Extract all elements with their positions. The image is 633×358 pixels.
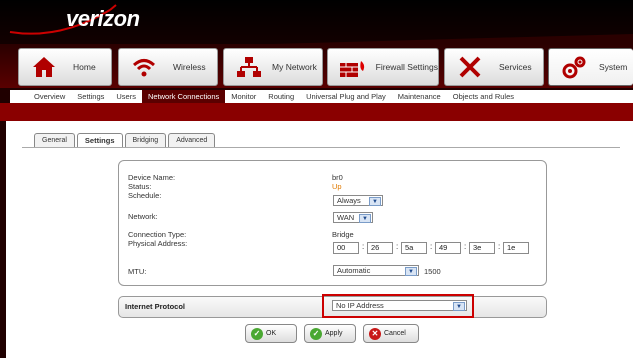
mac-separator: : bbox=[430, 242, 433, 251]
subnav-routing[interactable]: Routing bbox=[262, 90, 300, 103]
brand-logo: verizon bbox=[66, 6, 140, 31]
content-tabs: General Settings Bridging Advanced bbox=[34, 133, 217, 147]
tab-home[interactable]: Home bbox=[18, 48, 112, 86]
tab-wireless[interactable]: Wireless bbox=[118, 48, 218, 86]
device-name-value: br0 bbox=[332, 173, 343, 182]
physical-address-label: Physical Address: bbox=[128, 239, 188, 248]
tab-divider bbox=[22, 147, 620, 148]
gears-icon bbox=[559, 52, 589, 82]
tab-advanced[interactable]: Advanced bbox=[168, 133, 216, 147]
mac-octet-4[interactable]: 49 bbox=[435, 242, 461, 254]
chevron-down-icon: ▼ bbox=[369, 197, 381, 206]
cancel-icon: ✕ bbox=[369, 327, 381, 340]
status-label: Status: bbox=[128, 182, 152, 191]
network-label: Network: bbox=[128, 212, 158, 221]
network-icon bbox=[234, 52, 264, 82]
tab-home-label: Home bbox=[73, 62, 96, 72]
mtu-mode-value: Automatic bbox=[337, 266, 371, 275]
mac-octet-6[interactable]: 1e bbox=[503, 242, 529, 254]
schedule-select-value: Always bbox=[337, 196, 361, 205]
network-select-value: WAN bbox=[337, 213, 355, 222]
network-select[interactable]: WAN ▼ bbox=[333, 212, 373, 223]
tab-bridging[interactable]: Bridging bbox=[124, 133, 167, 147]
tab-settings[interactable]: Settings bbox=[76, 133, 123, 147]
subnav-monitor[interactable]: Monitor bbox=[225, 90, 262, 103]
subnav-maintenance[interactable]: Maintenance bbox=[392, 90, 447, 103]
tab-services-label: Services bbox=[499, 62, 532, 72]
chevron-down-icon: ▼ bbox=[405, 267, 417, 276]
mtu-label: MTU: bbox=[128, 267, 147, 276]
mac-separator: : bbox=[498, 242, 501, 251]
subnav-network-connections[interactable]: Network Connections bbox=[141, 90, 226, 103]
wifi-icon bbox=[129, 52, 159, 82]
tab-wireless-label: Wireless bbox=[173, 62, 206, 72]
device-name-label: Device Name: bbox=[128, 173, 176, 182]
apply-button-label: Apply bbox=[325, 330, 343, 337]
sub-navigation: Overview Settings Users Network Connecti… bbox=[10, 90, 633, 103]
tab-system[interactable]: System bbox=[548, 48, 633, 86]
subnav-upnp[interactable]: Universal Plug and Play bbox=[300, 90, 392, 103]
mac-octet-3[interactable]: 5a bbox=[401, 242, 427, 254]
top-banner: verizon bbox=[0, 0, 633, 48]
cancel-button[interactable]: ✕ Cancel bbox=[363, 324, 419, 343]
tab-system-label: System bbox=[599, 62, 628, 72]
tab-general[interactable]: General bbox=[34, 133, 75, 147]
section-header-bar bbox=[0, 103, 633, 121]
apply-icon: ✓ bbox=[310, 327, 322, 340]
tab-firewall-settings[interactable]: Firewall Settings bbox=[327, 48, 439, 86]
ok-button[interactable]: ✓ OK bbox=[245, 324, 297, 343]
subnav-settings[interactable]: Settings bbox=[71, 90, 110, 103]
cancel-button-label: Cancel bbox=[384, 330, 406, 337]
subnav-users[interactable]: Users bbox=[110, 90, 142, 103]
tools-icon bbox=[455, 52, 485, 82]
ok-button-label: OK bbox=[266, 330, 277, 337]
mac-separator: : bbox=[396, 242, 399, 251]
subnav-overview[interactable]: Overview bbox=[10, 90, 71, 103]
mtu-value: 1500 bbox=[424, 267, 441, 276]
tab-my-network-label: My Network bbox=[272, 62, 317, 72]
schedule-label: Schedule: bbox=[128, 191, 162, 200]
router-admin-window: verizon Home Wireless My Network Firewal… bbox=[0, 0, 633, 358]
tab-my-network[interactable]: My Network bbox=[223, 48, 323, 86]
apply-button[interactable]: ✓ Apply bbox=[304, 324, 356, 343]
subnav-objects-and-rules[interactable]: Objects and Rules bbox=[447, 90, 520, 103]
mac-separator: : bbox=[362, 242, 365, 251]
internet-protocol-value: No IP Address bbox=[336, 301, 384, 310]
internet-protocol-label: Internet Protocol bbox=[125, 302, 186, 311]
mac-octet-2[interactable]: 26 bbox=[367, 242, 393, 254]
mtu-mode-select[interactable]: Automatic ▼ bbox=[333, 265, 419, 276]
mac-separator: : bbox=[464, 242, 467, 251]
chevron-down-icon: ▼ bbox=[453, 302, 465, 311]
firewall-icon bbox=[338, 52, 368, 82]
status-value: Up bbox=[332, 182, 342, 191]
tab-services[interactable]: Services bbox=[444, 48, 544, 86]
chevron-down-icon: ▼ bbox=[359, 214, 371, 223]
check-icon: ✓ bbox=[251, 327, 263, 340]
connection-type-label: Connection Type: bbox=[128, 230, 187, 239]
connection-type-value: Bridge bbox=[332, 230, 354, 239]
tab-firewall-label: Firewall Settings bbox=[375, 62, 438, 72]
mac-octet-5[interactable]: 3e bbox=[469, 242, 495, 254]
internet-protocol-select[interactable]: No IP Address ▼ bbox=[332, 300, 467, 311]
house-icon bbox=[29, 52, 59, 82]
mac-octet-1[interactable]: 00 bbox=[333, 242, 359, 254]
schedule-select[interactable]: Always ▼ bbox=[333, 195, 383, 206]
